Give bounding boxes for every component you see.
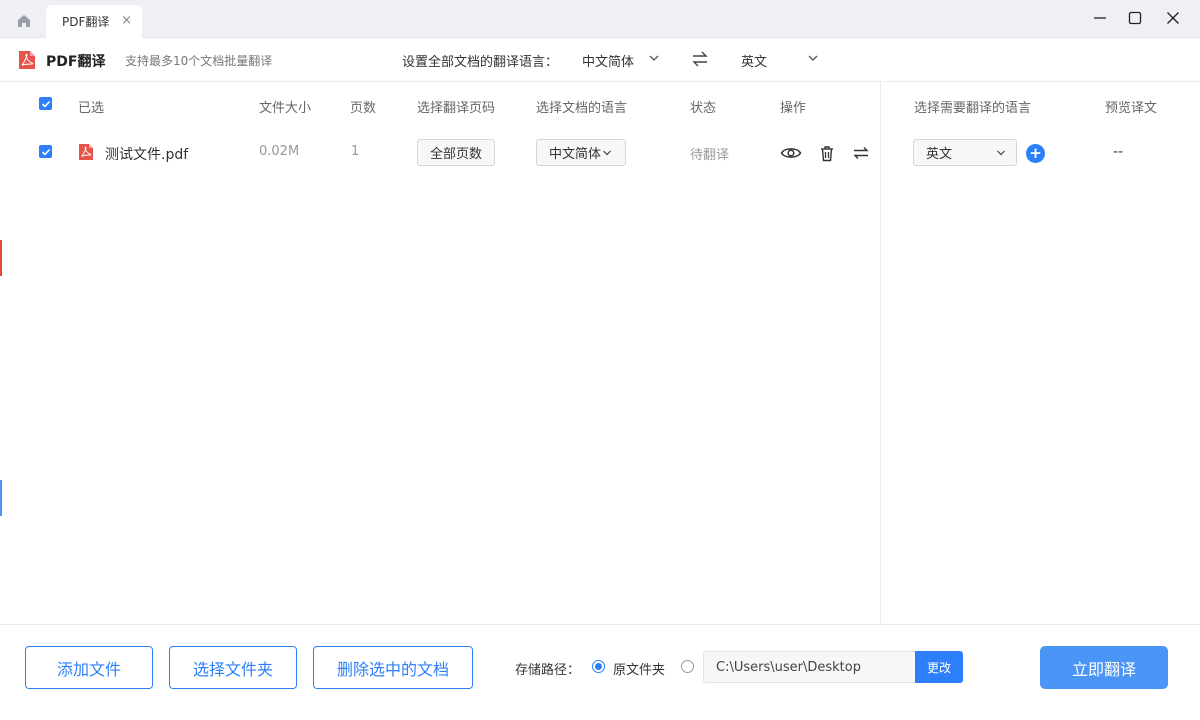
chevron-down-icon xyxy=(603,150,611,156)
original-folder-label: 原文件夹 xyxy=(613,663,666,678)
col-header-size: 文件大小 xyxy=(259,101,312,116)
col-header-target-lang: 选择需要翻译的语言 xyxy=(914,101,1032,116)
title-bar: PDF翻译 × xyxy=(0,0,1200,38)
doc-lang-value: 中文简体 xyxy=(549,147,602,162)
minimize-icon xyxy=(1094,17,1106,19)
pdf-logo-icon xyxy=(19,51,35,69)
lang-set-label: 设置全部文档的翻译语言： xyxy=(402,55,559,70)
col-header-doc-lang: 选择文档的语言 xyxy=(536,101,628,116)
home-icon xyxy=(18,14,30,27)
close-icon xyxy=(1167,12,1179,24)
col-header-pages: 页数 xyxy=(350,101,377,116)
swap-icon[interactable] xyxy=(690,50,710,68)
home-button[interactable] xyxy=(10,8,38,32)
col-header-status: 状态 xyxy=(690,101,717,116)
doc-lang-select[interactable]: 中文简体 xyxy=(536,139,626,166)
pdf-file-icon xyxy=(79,144,93,160)
close-window-button[interactable] xyxy=(1158,6,1188,30)
tab-label: PDF翻译 xyxy=(62,15,110,29)
check-icon xyxy=(41,148,50,156)
original-folder-radio[interactable] xyxy=(592,660,605,673)
target-lang-row-select[interactable]: 英文 xyxy=(913,139,1017,166)
file-size: 0.02M xyxy=(259,144,300,159)
col-header-selected: 已选 xyxy=(78,101,105,116)
app-header: PDF翻译 支持最多10个文档批量翻译 设置全部文档的翻译语言： 中文简体 英文 xyxy=(0,38,1200,82)
preview-button[interactable] xyxy=(780,143,802,163)
add-lang-button[interactable]: + xyxy=(1026,144,1045,163)
preview-value: -- xyxy=(1113,144,1124,160)
delete-selected-button[interactable]: 删除选中的文档 xyxy=(313,646,473,689)
status-text: 待翻译 xyxy=(690,148,730,163)
file-table: 已选 文件大小 页数 选择翻译页码 选择文档的语言 状态 操作 测试文件.pdf… xyxy=(0,82,880,624)
eye-icon xyxy=(780,148,802,158)
col-header-page-range: 选择翻译页码 xyxy=(417,101,496,116)
maximize-button[interactable] xyxy=(1120,6,1150,30)
save-path-input[interactable]: C:\Users\user\Desktop xyxy=(703,651,916,683)
save-path-label: 存储路径： xyxy=(515,663,581,678)
select-folder-button[interactable]: 选择文件夹 xyxy=(169,646,297,689)
row-checkbox[interactable] xyxy=(39,145,52,158)
footer-bar: 添加文件 选择文件夹 删除选中的文档 存储路径： 原文件夹 C:\Users\u… xyxy=(0,624,1200,720)
chevron-down-icon xyxy=(997,150,1005,156)
translate-now-button[interactable]: 立即翻译 xyxy=(1040,646,1168,689)
page-range-button[interactable]: 全部页数 xyxy=(417,139,495,166)
select-all-checkbox[interactable] xyxy=(39,97,52,110)
swap-lang-button[interactable] xyxy=(850,143,872,163)
app-name: PDF翻译 xyxy=(46,54,106,70)
delete-button[interactable] xyxy=(816,143,838,163)
change-path-button[interactable]: 更改 xyxy=(915,651,963,683)
maximize-icon xyxy=(1128,11,1142,25)
page-count: 1 xyxy=(351,144,360,159)
add-file-button[interactable]: 添加文件 xyxy=(25,646,153,689)
chevron-down-icon[interactable] xyxy=(807,52,819,64)
col-header-actions: 操作 xyxy=(780,101,807,116)
swap-icon xyxy=(853,147,869,159)
source-lang-select[interactable]: 中文简体 xyxy=(582,51,634,70)
custom-path-radio[interactable] xyxy=(681,660,694,673)
app-subtitle: 支持最多10个文档批量翻译 xyxy=(125,54,273,68)
file-name: 测试文件.pdf xyxy=(105,147,189,163)
col-header-preview: 预览译文 xyxy=(1105,101,1158,116)
target-lang-select[interactable]: 英文 xyxy=(741,51,767,70)
chevron-down-icon[interactable] xyxy=(648,52,660,64)
target-lang-row-value: 英文 xyxy=(926,147,953,162)
minimize-button[interactable] xyxy=(1085,6,1115,30)
edge-accent xyxy=(0,240,2,276)
edge-accent xyxy=(0,480,2,516)
trash-icon xyxy=(821,145,833,161)
tab-close-icon[interactable]: × xyxy=(121,13,132,28)
tab-pdf-translate[interactable]: PDF翻译 × xyxy=(46,5,142,38)
check-icon xyxy=(41,100,50,108)
